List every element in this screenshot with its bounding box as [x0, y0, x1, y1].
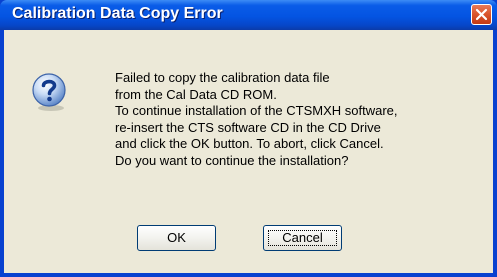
message-line: Failed to copy the calibration data file [115, 70, 330, 85]
error-dialog: Calibration Data Copy Error Failed to co… [0, 0, 497, 277]
dialog-title: Calibration Data Copy Error [12, 5, 223, 22]
message-line: To continue installation of the CTSMXH s… [115, 103, 398, 118]
message-line: Do you want to continue the installation… [115, 152, 349, 168]
cancel-button[interactable]: Cancel [263, 225, 342, 251]
error-message: Failed to copy the calibration data file… [115, 70, 490, 169]
title-bar[interactable]: Calibration Data Copy Error [0, 0, 497, 30]
message-line: from the Cal Data CD ROM. [115, 86, 277, 102]
close-icon [475, 8, 488, 21]
close-button[interactable] [471, 4, 492, 25]
message-line: and click the OK button. To abort, click… [115, 136, 384, 151]
ok-button-label: OK [167, 230, 186, 245]
message-line: re-insert the CTS software CD in the CD … [115, 119, 381, 135]
cancel-button-label: Cancel [282, 230, 323, 245]
dialog-body: Failed to copy the calibration data file… [4, 30, 493, 273]
question-icon [32, 73, 66, 111]
ok-button[interactable]: OK [137, 225, 216, 251]
